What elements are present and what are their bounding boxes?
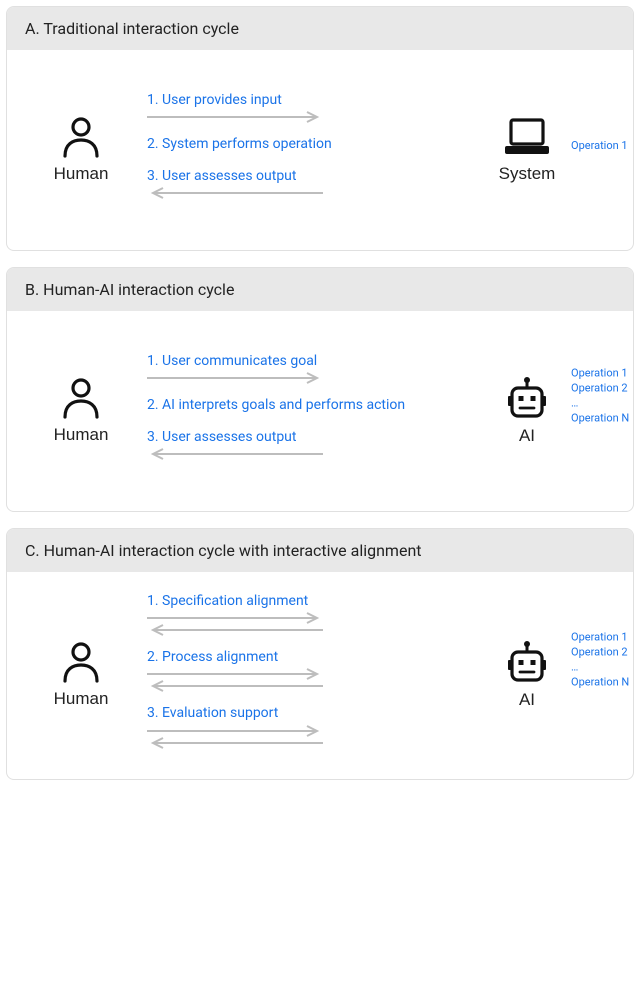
panel-c: C. Human-AI interaction cycle with inter… [6, 528, 634, 780]
arrow-left-icon [145, 187, 325, 199]
step: 3. User assesses output [145, 428, 485, 460]
right-actor: AI [489, 640, 565, 710]
arrow-right-icon [145, 668, 325, 680]
left-actor: Human [21, 641, 141, 709]
step: 1. Specification alignment [145, 592, 485, 636]
steps-column: 1. Specification alignment 2. Process al… [141, 592, 489, 759]
left-actor-label: Human [54, 689, 109, 709]
step-text: 2. System performs operation [145, 135, 332, 153]
arrow-left-icon [145, 624, 325, 636]
panel-body: Human 1. User communicates goal 2. AI int… [7, 311, 633, 511]
arrow-right [145, 372, 325, 384]
operation-item: Operation 1 [571, 139, 628, 154]
step-text: 3. Evaluation support [145, 704, 278, 722]
operation-item: Operation 1 [571, 631, 629, 646]
arrow-right [145, 668, 325, 680]
operation-item: … [571, 660, 629, 675]
right-actor-label: AI [519, 426, 535, 446]
step-text: 1. User communicates goal [145, 352, 317, 370]
human-icon [61, 116, 101, 158]
operation-item: … [571, 396, 629, 411]
left-actor: Human [21, 377, 141, 445]
left-actor-label: Human [54, 164, 109, 184]
operations-list: Operation 1Operation 2…Operation N [571, 366, 629, 425]
right-actor-column: AIOperation 1Operation 2…Operation N [489, 376, 619, 446]
arrow-left [145, 624, 325, 636]
right-actor-column: AIOperation 1Operation 2…Operation N [489, 640, 619, 710]
panel-body: Human 1. Specification alignment 2. Proce… [7, 572, 633, 779]
operations-list: Operation 1Operation 2…Operation N [571, 631, 629, 690]
step-text: 3. User assesses output [145, 167, 296, 185]
right-actor: AI [489, 376, 565, 446]
step: 1. User communicates goal [145, 352, 485, 384]
steps-column: 1. User provides input 2. System perform… [141, 91, 489, 210]
step: 3. Evaluation support [145, 704, 485, 748]
arrow-left-icon [145, 680, 325, 692]
robot-icon [506, 640, 548, 684]
arrow-left [145, 187, 325, 199]
operation-item: Operation 2 [571, 381, 629, 396]
step-text: 3. User assesses output [145, 428, 296, 446]
right-actor: System [489, 116, 565, 184]
operation-item: Operation 2 [571, 646, 629, 661]
left-actor-label: Human [54, 425, 109, 445]
arrow-left [145, 680, 325, 692]
human-icon [61, 641, 101, 683]
arrow-right [145, 725, 325, 737]
steps-column: 1. User communicates goal 2. AI interpre… [141, 352, 489, 471]
operation-item: Operation N [571, 675, 629, 690]
step-text: 2. Process alignment [145, 648, 278, 666]
arrow-left-icon [145, 737, 325, 749]
arrow-right [145, 111, 325, 123]
step-text: 2. AI interprets goals and performs acti… [145, 396, 405, 414]
operations-list: Operation 1 [571, 139, 628, 154]
panel-b: B. Human-AI interaction cycle Human 1. Us… [6, 267, 634, 512]
panel-title: C. Human-AI interaction cycle with inter… [7, 529, 633, 572]
human-icon [61, 377, 101, 419]
laptop-icon [501, 116, 553, 158]
arrow-left [145, 737, 325, 749]
arrow-right-icon [145, 111, 325, 123]
step: 2. AI interprets goals and performs acti… [145, 396, 485, 416]
right-actor-label: System [499, 164, 556, 184]
panel-a: A. Traditional interaction cycle Human 1.… [6, 6, 634, 251]
step: 2. System performs operation [145, 135, 485, 155]
right-actor-label: AI [519, 690, 535, 710]
panel-body: Human 1. User provides input 2. System pe… [7, 50, 633, 250]
left-actor: Human [21, 116, 141, 184]
arrow-left-icon [145, 448, 325, 460]
panel-title: B. Human-AI interaction cycle [7, 268, 633, 311]
right-actor-column: SystemOperation 1 [489, 116, 619, 184]
panel-title: A. Traditional interaction cycle [7, 7, 633, 50]
arrow-right-icon [145, 612, 325, 624]
arrow-right [145, 612, 325, 624]
arrow-right-icon [145, 372, 325, 384]
arrow-left [145, 448, 325, 460]
robot-icon [506, 376, 548, 420]
step: 3. User assesses output [145, 167, 485, 199]
operation-item: Operation N [571, 411, 629, 426]
arrow-right-icon [145, 725, 325, 737]
step-text: 1. User provides input [145, 91, 282, 109]
step-text: 1. Specification alignment [145, 592, 308, 610]
operation-item: Operation 1 [571, 366, 629, 381]
step: 1. User provides input [145, 91, 485, 123]
step: 2. Process alignment [145, 648, 485, 692]
